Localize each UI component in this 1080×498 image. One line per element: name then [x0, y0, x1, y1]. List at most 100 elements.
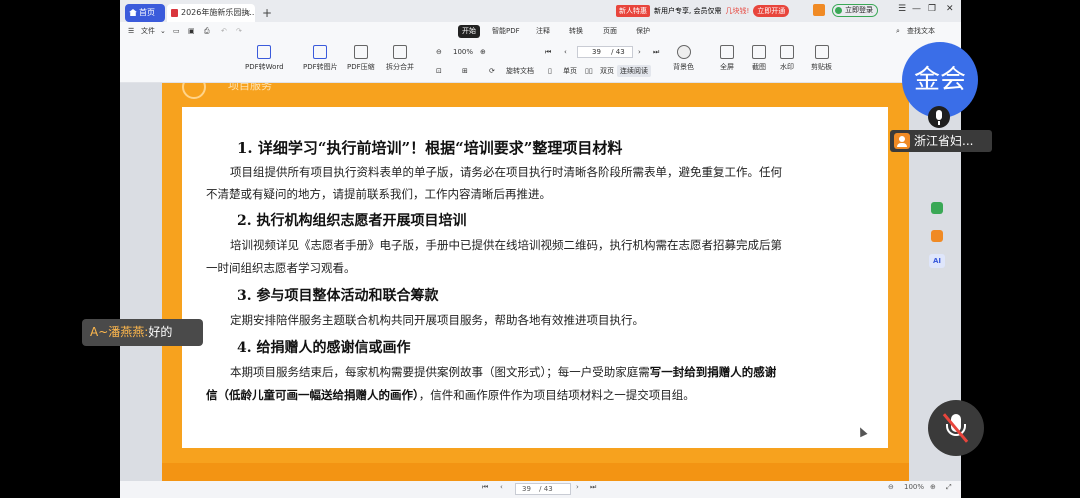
- gift-icon[interactable]: [813, 4, 825, 16]
- menu-icon[interactable]: ☰: [898, 4, 906, 14]
- slide-logo-icon: [182, 83, 206, 99]
- fullscreen-icon: [720, 45, 734, 59]
- paragraph-4b: 信（低龄儿童可画一幅送给捐赠人的画作），信件和画作原件作为项目结项材料之一提交项…: [206, 387, 695, 403]
- pdf-to-word-button[interactable]: PDF转Word: [245, 45, 284, 72]
- status-zoom-out-icon[interactable]: ⊖: [888, 483, 894, 491]
- bg-color-button[interactable]: 背景色: [673, 45, 694, 72]
- status-zoom-level[interactable]: 100%: [904, 483, 924, 491]
- status-first-page-icon[interactable]: ⏮: [482, 483, 488, 492]
- continuous-read-button[interactable]: 连续阅读: [617, 65, 651, 77]
- heading-4: 4. 给捐赠人的感谢信或画作: [237, 340, 411, 356]
- fullscreen-button[interactable]: 全屏: [720, 45, 734, 72]
- save-icon[interactable]: ▣: [188, 26, 195, 37]
- minimize-button[interactable]: —: [912, 4, 921, 14]
- double-page-icon: ▯▯: [585, 67, 593, 75]
- next-page-icon[interactable]: ›: [638, 46, 641, 58]
- maximize-button[interactable]: ❐: [928, 4, 936, 14]
- search-icon[interactable]: ⌕: [896, 26, 900, 37]
- zoom-in-icon[interactable]: ⊕: [480, 46, 486, 58]
- status-page-total: / 43: [539, 485, 553, 493]
- scissors-icon: [752, 45, 766, 59]
- print-icon[interactable]: ⎙: [204, 26, 210, 37]
- tab-document[interactable]: 2026年施新乐园执... ×: [167, 4, 255, 22]
- promo-banner[interactable]: 新人特惠 新用户专享, 会员仅需 几块钱! 立即开通: [616, 3, 790, 18]
- pdf-compress-button[interactable]: PDF压缩: [347, 45, 375, 72]
- menu-file[interactable]: 文件: [141, 26, 155, 37]
- find-text-button[interactable]: 查找文本: [907, 26, 935, 37]
- prev-page-icon[interactable]: ‹: [564, 46, 567, 58]
- double-page-button[interactable]: 双页: [600, 65, 614, 77]
- last-page-icon[interactable]: ⏭: [653, 46, 659, 58]
- status-prev-page-icon[interactable]: ‹: [500, 483, 503, 491]
- pdf-icon: [171, 9, 178, 17]
- close-tab-icon[interactable]: ×: [244, 4, 251, 22]
- hamburger-icon[interactable]: ☰: [128, 26, 134, 37]
- ribbon-toolbar: PDF转Word PDF转图片 PDF压缩 拆分合并 ⊖ 100% ⊕ ⏮ ‹ …: [120, 41, 961, 83]
- open-folder-icon[interactable]: ▭: [173, 26, 180, 37]
- ai-assistant-icon[interactable]: AI: [929, 254, 945, 268]
- first-page-icon[interactable]: ⏮: [545, 46, 551, 58]
- mute-mic-button[interactable]: [928, 400, 984, 456]
- zoom-out-icon[interactable]: ⊖: [436, 46, 442, 58]
- bg-color-label: 背景色: [673, 63, 694, 71]
- status-page-input[interactable]: 39 / 43: [515, 483, 571, 495]
- paragraph-4a-bold: 写一封给到捐赠人的感谢: [649, 365, 777, 379]
- pdf-reader-window: 首页 2026年施新乐园执... × + 新人特惠 新用户专享, 会员仅需 几块…: [120, 0, 961, 498]
- paragraph-1a: 项目组提供所有项目执行资料表单的单子版，请务必在项目执行时清晰各阶段所需表单，避…: [230, 165, 782, 179]
- watermark-button[interactable]: 水印: [780, 45, 794, 72]
- document-area[interactable]: 项目服务 1. 详细学习“执行前培训”！根据“培训要求”整理项目材料 项目组提供…: [120, 83, 961, 481]
- fit-page-icon[interactable]: ⊡: [436, 65, 442, 77]
- status-last-page-icon[interactable]: ⏭: [590, 483, 596, 492]
- single-page-button[interactable]: 单页: [563, 65, 577, 77]
- paragraph-2b: 一时间组织志愿者学习观看。: [206, 261, 356, 275]
- sidebar-green-icon[interactable]: [931, 202, 943, 214]
- promo-open-button[interactable]: 立即开通: [753, 4, 790, 17]
- word-icon: [257, 45, 272, 59]
- split-merge-label: 拆分合并: [386, 63, 414, 71]
- zoom-level[interactable]: 100%: [453, 46, 473, 58]
- participant-name-tag: 浙江省妇...: [890, 130, 992, 152]
- screenshot-label: 截图: [752, 63, 766, 71]
- tab-home-label: 首页: [139, 8, 155, 17]
- tab-start[interactable]: 开始: [458, 25, 480, 38]
- clipboard-button[interactable]: 剪贴板: [811, 45, 832, 72]
- sidebar-orange-icon[interactable]: [931, 230, 943, 242]
- home-icon: [129, 9, 137, 16]
- tab-page[interactable]: 页面: [603, 26, 617, 37]
- tab-protect[interactable]: 保护: [636, 26, 650, 37]
- redo-icon[interactable]: ↷: [236, 26, 242, 37]
- status-next-page-icon[interactable]: ›: [576, 483, 579, 491]
- tab-home[interactable]: 首页: [125, 4, 165, 22]
- heading-2: 2. 执行机构组织志愿者开展项目培训: [237, 213, 467, 229]
- paragraph-1b: 不清楚或有疑问的地方，请提前联系我们，工作内容清晰后再推进。: [206, 187, 551, 201]
- pdf-to-image-button[interactable]: PDF转图片: [303, 45, 338, 72]
- actual-size-icon[interactable]: ⊞: [462, 65, 468, 77]
- paragraph-4a: 本期项目服务结束后，每家机构需要提供案例故事（图文形式）；每一户受助家庭需写一封…: [230, 364, 776, 380]
- page-current: 39: [592, 48, 601, 56]
- page-number-input[interactable]: 39 / 43: [577, 46, 633, 58]
- rotate-doc-button[interactable]: 旋转文档: [506, 65, 534, 77]
- clipboard-label: 剪贴板: [811, 63, 832, 71]
- new-tab-button[interactable]: +: [262, 4, 272, 22]
- status-zoom-in-icon[interactable]: ⊕: [930, 483, 936, 491]
- split-merge-button[interactable]: 拆分合并: [386, 45, 414, 72]
- status-fit-icon[interactable]: ⤢: [946, 483, 952, 492]
- heading-3: 3. 参与项目整体活动和联合筹款: [237, 288, 439, 304]
- screenshot-button[interactable]: 截图: [752, 45, 766, 72]
- promo-badge: 新人特惠: [616, 4, 650, 17]
- pdf-to-image-label: PDF转图片: [303, 63, 338, 71]
- participant-name: 浙江省妇...: [914, 134, 974, 148]
- tab-convert[interactable]: 转换: [569, 26, 583, 37]
- rotate-icon[interactable]: ⟳: [489, 65, 495, 77]
- palette-icon: [676, 45, 691, 59]
- tab-annotate[interactable]: 注释: [536, 26, 550, 37]
- close-window-button[interactable]: ✕: [946, 4, 954, 14]
- login-button[interactable]: 立即登录: [832, 4, 878, 17]
- tab-smart-pdf[interactable]: 智能PDF: [492, 26, 520, 37]
- paragraph-4a-text: 本期项目服务结束后，每家机构需要提供案例故事（图文形式）；每一户受助家庭需: [230, 365, 650, 379]
- undo-icon[interactable]: ↶: [221, 26, 227, 37]
- clipboard-icon: [814, 45, 829, 59]
- split-icon: [393, 45, 407, 59]
- paragraph-3: 定期安排陪伴服务主题联合机构共同开展项目服务，帮助各地有效推进项目执行。: [230, 313, 644, 327]
- single-page-icon: ▯: [548, 67, 552, 75]
